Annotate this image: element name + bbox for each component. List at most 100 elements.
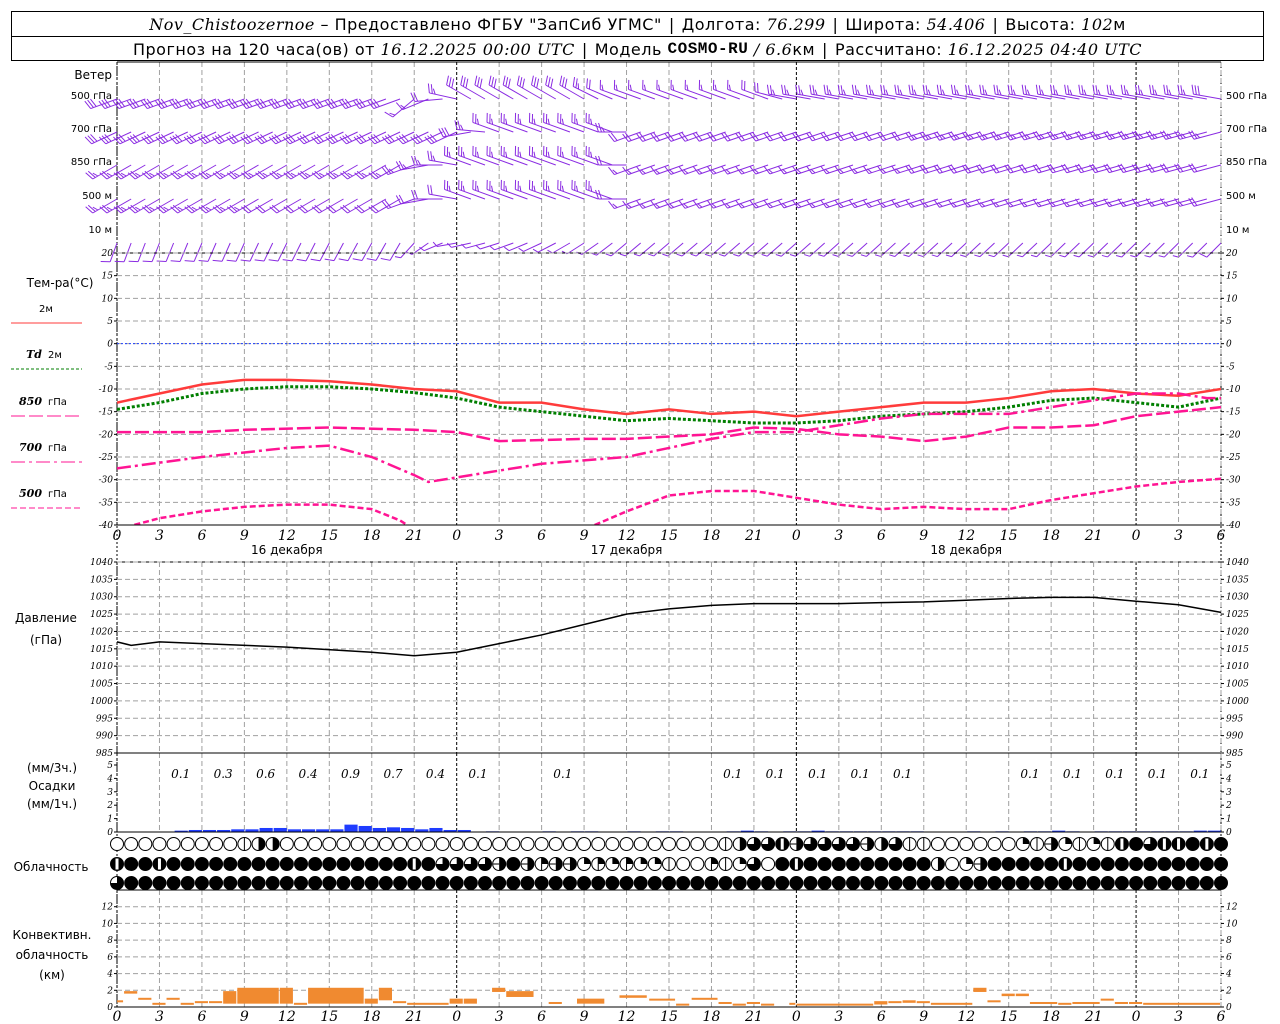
wind-barb — [170, 242, 189, 262]
conv-cloud-bar — [746, 1001, 760, 1004]
cloud-circle — [308, 857, 323, 871]
cloud-circle — [902, 857, 917, 871]
pressure-ytick-right: 985 — [1226, 749, 1243, 759]
cloud-cover-symbol — [846, 837, 860, 851]
conv-cloud-bar — [888, 1001, 902, 1004]
cloud-cover-symbol — [647, 837, 662, 851]
pressure-ytick-right: 1030 — [1226, 593, 1249, 603]
x-tick-label: 3 — [1174, 528, 1183, 544]
cloud-fill — [980, 857, 987, 871]
wind-barb — [367, 131, 401, 145]
x-tick-label: 6 — [1217, 528, 1226, 544]
conv-cloud-bar — [463, 998, 477, 1004]
cloud-circle — [194, 876, 209, 890]
pressure-ytick-left: 1000 — [90, 697, 113, 707]
pressure-ytick-right: 1040 — [1226, 558, 1249, 568]
cloud-circle — [463, 837, 478, 851]
cloud-cover-symbol — [180, 857, 195, 871]
cloud-circle — [1214, 857, 1228, 871]
cloud-cover-symbol — [265, 857, 280, 871]
temp-ytick-left: 20 — [101, 249, 114, 259]
wind-barb — [240, 131, 273, 145]
x-tick-label: 6 — [537, 528, 546, 544]
precip-3h-sum: 0.1 — [1148, 767, 1167, 781]
cloud-circle — [676, 837, 691, 851]
cloud-circle — [435, 837, 450, 851]
pressure-ytick-right: 990 — [1226, 732, 1243, 742]
cloud-cover-symbol — [209, 876, 224, 890]
cloud-mark — [794, 858, 798, 870]
temp-ytick-left: -15 — [99, 408, 114, 418]
precip-ytick-right: 4 — [1225, 774, 1232, 784]
cloud-circle — [421, 837, 436, 851]
conv-cloud-bar — [279, 987, 293, 1004]
wind-barb — [254, 131, 288, 145]
wind-level-label-left: 850 гПа — [71, 157, 112, 168]
cloud-cover-symbol — [1185, 837, 1200, 851]
cloud-fill — [626, 857, 634, 864]
cloud-circle — [506, 876, 521, 890]
temp-ytick-right: 10 — [1226, 294, 1238, 304]
cloud-circle — [973, 837, 988, 851]
pressure-ytick-left: 1015 — [90, 645, 113, 655]
cloud-cover-symbol — [308, 857, 323, 871]
cloud-fill — [1051, 837, 1058, 851]
cloud-circle — [676, 876, 691, 890]
cloud-mark — [412, 858, 416, 870]
precip-3h-sum: 0.1 — [1063, 767, 1082, 781]
cloud-circle — [1114, 857, 1129, 871]
wind-barb — [988, 242, 1010, 258]
cloud-cover-symbol — [534, 876, 549, 890]
cloud-cover-symbol — [124, 837, 139, 851]
cloud-circle — [322, 857, 337, 871]
cloud-cover-symbol — [110, 857, 124, 871]
cloud-cover-symbol — [152, 837, 167, 851]
cloud-cover-symbol — [223, 837, 238, 851]
conv-cloud-bar — [1001, 993, 1015, 997]
conv-title-2: облачность — [16, 948, 89, 962]
precip-ytick-right: 5 — [1226, 761, 1232, 771]
cloud-cover-symbol — [1214, 857, 1228, 871]
x-tick-label: 9 — [919, 1009, 928, 1024]
temp-ytick-right: 0 — [1226, 340, 1232, 350]
cloud-circle — [421, 876, 436, 890]
x-tick-label: 12 — [618, 528, 636, 544]
pressure-ytick-left: 1025 — [90, 610, 113, 620]
precip-bar — [273, 827, 287, 832]
precip-3h-sum: 0.1 — [1105, 767, 1124, 781]
cloud-circle — [647, 876, 662, 890]
cloud-circle — [138, 837, 153, 851]
cloud-cover-symbol — [138, 857, 153, 871]
cloud-cover-symbol — [1199, 857, 1214, 871]
cloud-cover-symbol — [506, 876, 521, 890]
wind-barb — [424, 131, 457, 145]
cloud-cover-symbol — [831, 876, 846, 890]
cloud-cover-symbol — [888, 837, 903, 851]
cloud-cover-symbol — [1129, 857, 1144, 871]
conv-cloud-bar — [1072, 1001, 1100, 1004]
cloud-circle — [987, 857, 1002, 871]
wind-barb — [690, 242, 712, 257]
conv-cloud-bar — [874, 1001, 888, 1005]
cloud-fill — [1022, 837, 1030, 844]
x-tick-label: 21 — [404, 1009, 423, 1024]
cloud-mark — [115, 858, 119, 870]
cloud-circle — [492, 876, 507, 890]
cloud-cover-symbol — [803, 857, 818, 871]
wind-barb — [444, 145, 472, 166]
cloud-cover-symbol — [449, 837, 464, 851]
cloud-cover-symbol — [1100, 837, 1115, 851]
conv-ytick-right: 6 — [1226, 953, 1232, 963]
wind-barb — [268, 131, 302, 145]
precip-3h-sum: 0.1 — [1020, 767, 1039, 781]
cloud-cover-symbol — [746, 837, 761, 851]
cloud-cover-symbol — [591, 837, 606, 851]
cloud-circle — [577, 837, 592, 851]
conv-ytick-left: 4 — [106, 970, 113, 980]
cloud-cover-symbol — [577, 837, 592, 851]
cloud-fill — [499, 857, 506, 871]
cloud-cover-symbol — [1072, 876, 1087, 890]
precip-3h-sum: 0.6 — [256, 767, 275, 781]
cloud-cover-symbol — [251, 837, 266, 851]
precip-ytick-right: 2 — [1225, 801, 1232, 811]
